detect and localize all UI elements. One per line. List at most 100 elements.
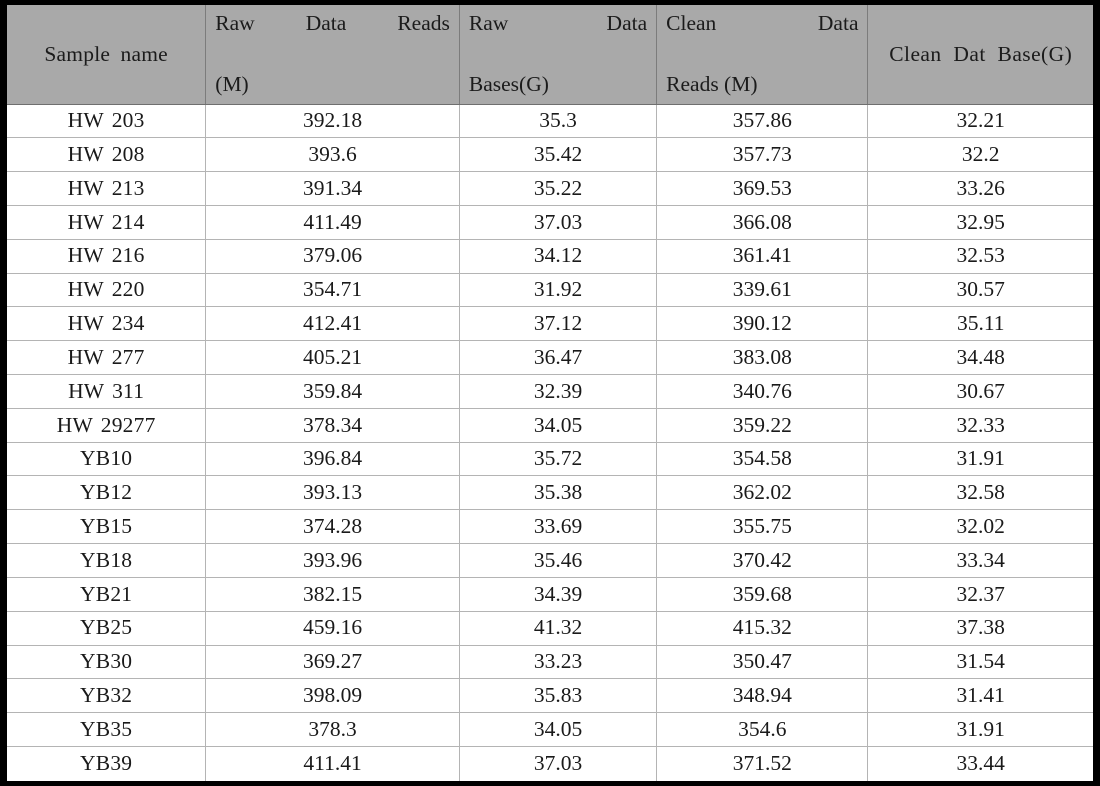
column-header-clean-dat-base-label: Clean Dat Base(G) <box>889 41 1073 66</box>
column-header-clean-data-reads-line1: Clean Data <box>666 11 859 35</box>
cell-sample-name: HW 208 <box>3 137 207 173</box>
cell-clean_data_reads_m: 415.32 <box>656 611 869 646</box>
cell-sample-name: HW 220 <box>3 273 207 308</box>
cell-raw_data_bases_g: 35.3 <box>459 104 658 139</box>
cell-sample-name: HW 213 <box>3 171 207 206</box>
cell-clean_dat_base_g: 33.44 <box>867 746 1097 784</box>
cell-clean_data_reads_m: 357.86 <box>656 104 869 139</box>
cell-sample-name: HW 311 <box>3 374 207 409</box>
table-row: YB15 374.28 33.69 355.75 32.02 <box>3 509 1097 545</box>
table-row: YB12 393.13 35.38 362.02 32.58 <box>3 475 1097 511</box>
cell-sample-name: YB15 <box>3 509 207 545</box>
cell-clean_dat_base_g: 32.2 <box>867 137 1097 173</box>
cell-raw_data_bases_g: 34.05 <box>459 408 658 443</box>
cell-sample-name: YB39 <box>3 746 207 784</box>
cell-raw_data_reads_m: 411.49 <box>205 205 460 240</box>
cell-clean_dat_base_g: 31.91 <box>867 712 1097 747</box>
cell-raw_data_reads_m: 393.6 <box>205 137 460 173</box>
table-row: YB39 411.41 37.03 371.52 33.44 <box>3 746 1097 784</box>
cell-clean_dat_base_g: 30.57 <box>867 273 1097 308</box>
column-header-raw-data-reads: Raw Data Reads (M) <box>205 2 460 105</box>
column-header-raw-data-reads-line2: (M) <box>215 72 249 97</box>
column-header-raw-data-bases: Raw Data Bases(G) <box>459 2 658 105</box>
table-row: HW 311 359.84 32.39 340.76 30.67 <box>3 374 1097 409</box>
cell-raw_data_reads_m: 378.3 <box>205 712 460 747</box>
cell-clean_dat_base_g: 31.91 <box>867 442 1097 477</box>
table-row: YB35 378.3 34.05 354.6 31.91 <box>3 712 1097 747</box>
cell-clean_data_reads_m: 355.75 <box>656 509 869 545</box>
cell-clean_dat_base_g: 37.38 <box>867 611 1097 646</box>
table-row: HW 203 392.18 35.3 357.86 32.21 <box>3 104 1097 139</box>
cell-raw_data_reads_m: 405.21 <box>205 340 460 376</box>
cell-raw_data_reads_m: 411.41 <box>205 746 460 784</box>
cell-sample-name: HW 214 <box>3 205 207 240</box>
cell-raw_data_bases_g: 41.32 <box>459 611 658 646</box>
cell-raw_data_bases_g: 33.69 <box>459 509 658 545</box>
table-row: YB30 369.27 33.23 350.47 31.54 <box>3 645 1097 680</box>
cell-raw_data_reads_m: 459.16 <box>205 611 460 646</box>
cell-raw_data_reads_m: 398.09 <box>205 678 460 714</box>
column-header-clean-data-reads: Clean Data Reads (M) <box>656 2 869 105</box>
cell-raw_data_bases_g: 35.38 <box>459 475 658 511</box>
table-row: YB32 398.09 35.83 348.94 31.41 <box>3 678 1097 714</box>
cell-clean_data_reads_m: 340.76 <box>656 374 869 409</box>
cell-clean_dat_base_g: 31.41 <box>867 678 1097 714</box>
cell-clean_data_reads_m: 383.08 <box>656 340 869 376</box>
header-row: Sample name Raw Data Reads (M) Raw Data … <box>3 2 1097 105</box>
cell-raw_data_reads_m: 393.96 <box>205 543 460 578</box>
cell-sample-name: YB32 <box>3 678 207 714</box>
cell-clean_data_reads_m: 369.53 <box>656 171 869 206</box>
table-body: HW 203 392.18 35.3 357.86 32.21 HW 208 393.6 35… <box>3 104 1097 784</box>
cell-clean_dat_base_g: 33.34 <box>867 543 1097 578</box>
cell-sample-name: HW 29277 <box>3 408 207 443</box>
column-header-sample-name: Sample name <box>3 2 207 105</box>
cell-clean_dat_base_g: 33.26 <box>867 171 1097 206</box>
sequencing-data-table: Sample name Raw Data Reads (M) Raw Data … <box>0 0 1100 786</box>
cell-clean_data_reads_m: 371.52 <box>656 746 869 784</box>
cell-raw_data_reads_m: 354.71 <box>205 273 460 308</box>
cell-raw_data_reads_m: 374.28 <box>205 509 460 545</box>
cell-sample-name: HW 234 <box>3 306 207 342</box>
table-row: YB25 459.16 41.32 415.32 37.38 <box>3 611 1097 646</box>
table-header: Sample name Raw Data Reads (M) Raw Data … <box>3 2 1097 105</box>
cell-raw_data_bases_g: 35.22 <box>459 171 658 206</box>
table-row: HW 216 379.06 34.12 361.41 32.53 <box>3 239 1097 274</box>
column-header-raw-data-reads-line1: Raw Data Reads <box>215 11 450 35</box>
cell-clean_data_reads_m: 357.73 <box>656 137 869 173</box>
cell-sample-name: YB30 <box>3 645 207 680</box>
cell-raw_data_reads_m: 382.15 <box>205 577 460 612</box>
cell-clean_data_reads_m: 390.12 <box>656 306 869 342</box>
cell-clean_dat_base_g: 32.58 <box>867 475 1097 511</box>
table-row: HW 208 393.6 35.42 357.73 32.2 <box>3 137 1097 173</box>
cell-clean_data_reads_m: 359.68 <box>656 577 869 612</box>
cell-raw_data_reads_m: 396.84 <box>205 442 460 477</box>
cell-sample-name: YB12 <box>3 475 207 511</box>
table-container: Sample name Raw Data Reads (M) Raw Data … <box>0 0 1100 786</box>
cell-clean_dat_base_g: 32.21 <box>867 104 1097 139</box>
table-row: YB21 382.15 34.39 359.68 32.37 <box>3 577 1097 612</box>
cell-clean_dat_base_g: 32.37 <box>867 577 1097 612</box>
cell-clean_dat_base_g: 30.67 <box>867 374 1097 409</box>
cell-sample-name: YB21 <box>3 577 207 612</box>
cell-raw_data_bases_g: 37.12 <box>459 306 658 342</box>
cell-clean_data_reads_m: 354.58 <box>656 442 869 477</box>
cell-raw_data_bases_g: 32.39 <box>459 374 658 409</box>
table-row: HW 234 412.41 37.12 390.12 35.11 <box>3 306 1097 342</box>
cell-raw_data_bases_g: 34.05 <box>459 712 658 747</box>
cell-sample-name: HW 203 <box>3 104 207 139</box>
table-row: HW 277 405.21 36.47 383.08 34.48 <box>3 340 1097 376</box>
cell-clean_data_reads_m: 350.47 <box>656 645 869 680</box>
cell-raw_data_bases_g: 35.83 <box>459 678 658 714</box>
cell-raw_data_bases_g: 37.03 <box>459 746 658 784</box>
cell-clean_dat_base_g: 32.33 <box>867 408 1097 443</box>
cell-raw_data_reads_m: 378.34 <box>205 408 460 443</box>
cell-raw_data_bases_g: 35.72 <box>459 442 658 477</box>
cell-sample-name: HW 216 <box>3 239 207 274</box>
cell-raw_data_bases_g: 34.12 <box>459 239 658 274</box>
cell-clean_dat_base_g: 32.02 <box>867 509 1097 545</box>
table-row: HW 29277 378.34 34.05 359.22 32.33 <box>3 408 1097 443</box>
column-header-raw-data-bases-line2: Bases(G) <box>468 72 549 97</box>
column-header-raw-data-bases-line1: Raw Data <box>468 11 648 35</box>
cell-raw_data_bases_g: 37.03 <box>459 205 658 240</box>
cell-raw_data_bases_g: 33.23 <box>459 645 658 680</box>
